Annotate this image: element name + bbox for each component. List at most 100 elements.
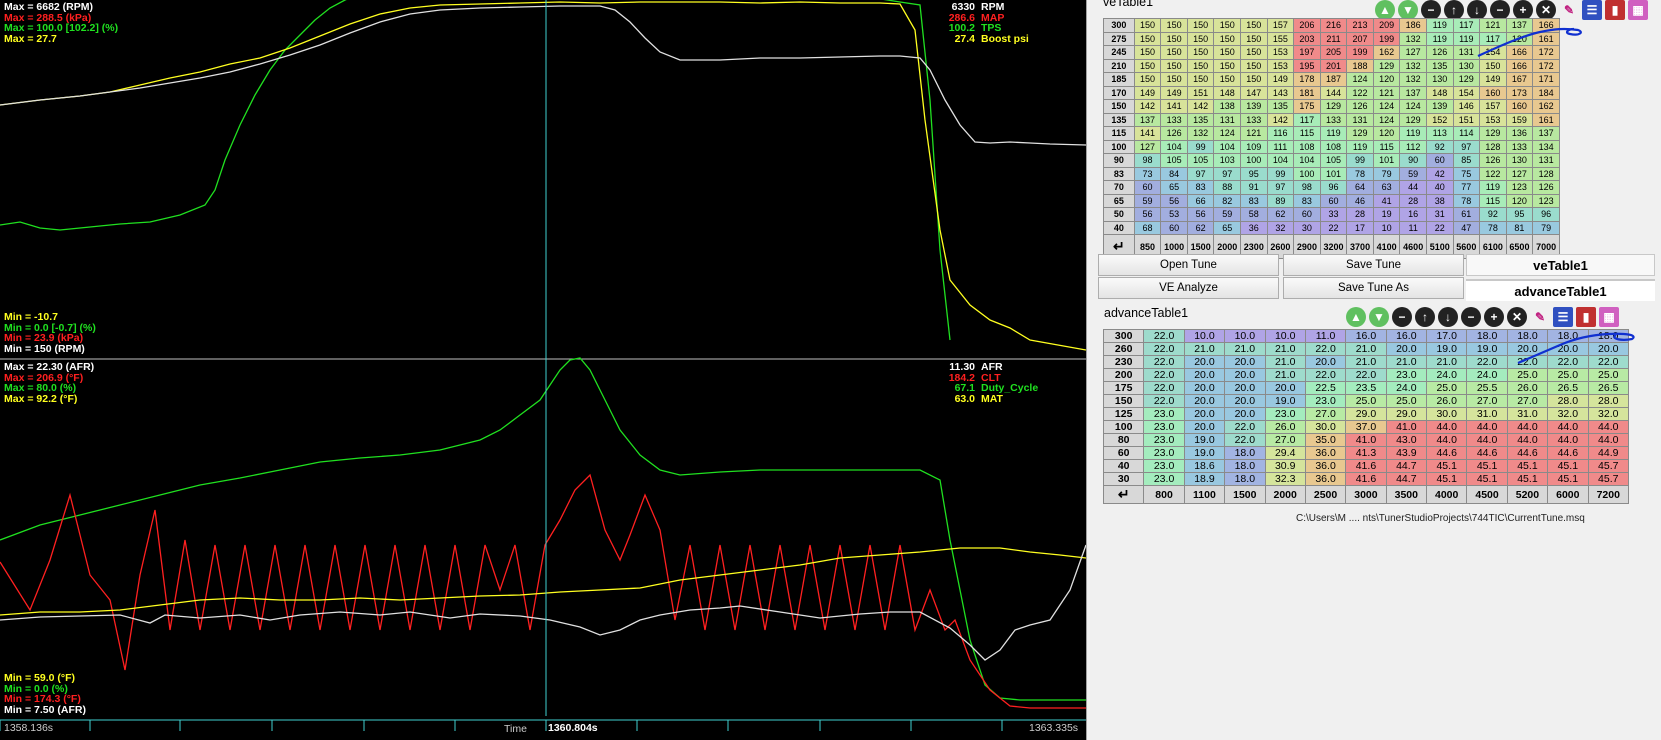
- advance-table-cell[interactable]: 43.9: [1385, 446, 1428, 460]
- ve-table-cell[interactable]: 126: [1160, 126, 1188, 141]
- ve-table-cell[interactable]: 60: [1160, 220, 1188, 235]
- ve-table-cell[interactable]: 73: [1133, 166, 1162, 181]
- arrow-down-icon[interactable]: ↓: [1438, 307, 1458, 327]
- ve-table-cell[interactable]: 105: [1186, 153, 1215, 168]
- ve-table-cell[interactable]: 135: [1425, 58, 1454, 73]
- advance-table-cell[interactable]: 44.0: [1425, 420, 1468, 434]
- advance-table-cell[interactable]: 20.0: [1224, 368, 1266, 382]
- ve-table-cell[interactable]: 46: [1346, 193, 1374, 208]
- ve-table-cell[interactable]: 128: [1479, 139, 1507, 154]
- advance-table-cell[interactable]: 41.0: [1345, 433, 1387, 447]
- advance-table-cell[interactable]: 22.0: [1143, 355, 1185, 369]
- advance-table-cell[interactable]: 44.0: [1547, 420, 1589, 434]
- ve-table-cell[interactable]: 56: [1160, 193, 1188, 208]
- ve-table-cell[interactable]: 150: [1240, 45, 1268, 60]
- advance-table-cell[interactable]: 32.3: [1264, 472, 1306, 486]
- ve-table-cell[interactable]: 148: [1425, 85, 1454, 100]
- advance-table-cell[interactable]: 19.0: [1183, 446, 1226, 460]
- ve-table-cell[interactable]: 88: [1213, 180, 1242, 195]
- ve-table-cell[interactable]: 60: [1293, 207, 1321, 222]
- ve-table-cell[interactable]: 139: [1425, 99, 1454, 114]
- ve-table-cell[interactable]: 109: [1240, 139, 1268, 154]
- ve-table-cell[interactable]: 132: [1399, 72, 1427, 87]
- ve-table-cell[interactable]: 150: [1160, 45, 1188, 60]
- ve-table-cell[interactable]: 83: [1186, 180, 1215, 195]
- ve-table-cell[interactable]: 133: [1505, 139, 1534, 154]
- advance-table-cell[interactable]: 24.0: [1425, 368, 1468, 382]
- ve-table-cell[interactable]: 126: [1532, 180, 1560, 195]
- advance-table-cell[interactable]: 18.0: [1466, 329, 1508, 343]
- ve-table-cell[interactable]: 91: [1240, 180, 1268, 195]
- advance-table-cell[interactable]: 18.0: [1224, 446, 1266, 460]
- ve-table-cell[interactable]: 108: [1319, 139, 1348, 154]
- advance-table-cell[interactable]: 36.0: [1304, 472, 1347, 486]
- ve-table-cell[interactable]: 133: [1240, 112, 1268, 127]
- ve-table-cell[interactable]: 133: [1319, 112, 1348, 127]
- ve-table-cell[interactable]: 119: [1346, 139, 1374, 154]
- ve-table-cell[interactable]: 59: [1213, 207, 1242, 222]
- bars-icon[interactable]: ▮: [1576, 307, 1596, 327]
- list-icon[interactable]: ☰: [1553, 307, 1573, 327]
- ve-table-cell[interactable]: 123: [1505, 180, 1534, 195]
- advance-table-cell[interactable]: 20.0: [1183, 394, 1226, 408]
- ve-table-cell[interactable]: 28: [1346, 207, 1374, 222]
- ve-table-cell[interactable]: 206: [1293, 18, 1321, 33]
- ve-table-cell[interactable]: 181: [1293, 85, 1321, 100]
- advance-table-cell[interactable]: 25.0: [1547, 368, 1589, 382]
- advance-table-cell[interactable]: 27.0: [1264, 433, 1306, 447]
- ve-table-cell[interactable]: 148: [1213, 85, 1242, 100]
- advance-table-cell[interactable]: 28.0: [1547, 394, 1589, 408]
- advance-table-cell[interactable]: 23.0: [1143, 420, 1185, 434]
- advance-table-cell[interactable]: 20.0: [1183, 355, 1226, 369]
- ve-table-cell[interactable]: 150: [1160, 31, 1188, 46]
- ve-table-cell[interactable]: 142: [1186, 99, 1215, 114]
- ve-table-cell[interactable]: 150: [1213, 72, 1242, 87]
- advance-table-cell[interactable]: 44.0: [1506, 433, 1549, 447]
- ve-table-cell[interactable]: 124: [1399, 99, 1427, 114]
- ve-table-cell[interactable]: 144: [1319, 85, 1348, 100]
- arrow-up-icon[interactable]: ↑: [1444, 0, 1464, 20]
- ve-table-cell[interactable]: 151: [1452, 112, 1481, 127]
- ve-table-cell[interactable]: 56: [1133, 207, 1162, 222]
- gradient-icon[interactable]: ▦: [1628, 0, 1648, 20]
- advance-table-cell[interactable]: 35.0: [1304, 433, 1347, 447]
- ve-table-cell[interactable]: 96: [1319, 180, 1348, 195]
- advance-table-cell[interactable]: 45.1: [1547, 472, 1589, 486]
- ve-table-cell[interactable]: 22: [1319, 220, 1348, 235]
- ve-table-cell[interactable]: 139: [1240, 99, 1268, 114]
- advance-table-cell[interactable]: 32.0: [1587, 407, 1629, 421]
- ve-table-cell[interactable]: 114: [1452, 126, 1481, 141]
- ve-table-cell[interactable]: 201: [1319, 58, 1348, 73]
- ve-table-cell[interactable]: 77: [1452, 180, 1481, 195]
- ve-table-cell[interactable]: 142: [1266, 112, 1295, 127]
- advance-table-cell[interactable]: 23.0: [1304, 394, 1347, 408]
- pencil-icon[interactable]: ✎: [1530, 307, 1550, 327]
- ve-table-cell[interactable]: 123: [1532, 193, 1560, 208]
- advance-table-cell[interactable]: 20.0: [1183, 368, 1226, 382]
- advance-table-cell[interactable]: 41.6: [1345, 472, 1387, 486]
- ve-table-cell[interactable]: 149: [1160, 85, 1188, 100]
- ve-table-cell[interactable]: 150: [1160, 58, 1188, 73]
- ve-table-cell[interactable]: 92: [1425, 139, 1454, 154]
- advance-table-cell[interactable]: 23.0: [1143, 407, 1185, 421]
- advance-table-cell[interactable]: 41.6: [1345, 459, 1387, 473]
- ve-table-cell[interactable]: 150: [1186, 18, 1215, 33]
- ve-table-cell[interactable]: 135: [1266, 99, 1295, 114]
- ve-table-cell[interactable]: 203: [1293, 31, 1321, 46]
- pencil-icon[interactable]: ✎: [1559, 0, 1579, 20]
- advance-table-cell[interactable]: 37.0: [1345, 420, 1387, 434]
- down-green-icon[interactable]: ▼: [1398, 0, 1418, 20]
- advance-table-cell[interactable]: 30.0: [1304, 420, 1347, 434]
- ve-table-cell[interactable]: 116: [1266, 126, 1295, 141]
- ve-table-cell[interactable]: 89: [1266, 193, 1295, 208]
- ve-table-cell[interactable]: 172: [1532, 58, 1560, 73]
- advance-table-cell[interactable]: 11.0: [1304, 329, 1347, 343]
- ve-table-cell[interactable]: 153: [1266, 45, 1295, 60]
- advance-table-cell[interactable]: 20.0: [1224, 394, 1266, 408]
- ve-table-cell[interactable]: 60: [1319, 193, 1348, 208]
- close-icon[interactable]: ✕: [1536, 0, 1556, 20]
- ve-table-cell[interactable]: 207: [1346, 31, 1374, 46]
- ve-table-cell[interactable]: 130: [1452, 58, 1481, 73]
- open-tune-button[interactable]: Open Tune: [1098, 254, 1279, 276]
- advance-table-cell[interactable]: 19.0: [1183, 433, 1226, 447]
